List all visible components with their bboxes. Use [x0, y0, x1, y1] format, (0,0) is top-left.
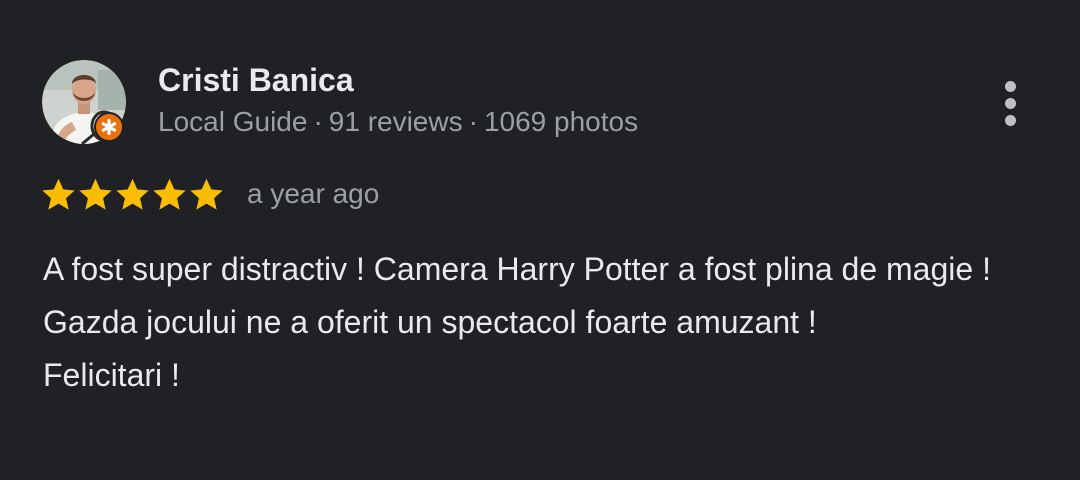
review-count: 91 reviews [328, 106, 463, 137]
review-text-line: A fost super distractiv ! Camera Harry P… [43, 251, 991, 287]
meta-separator: · [313, 106, 323, 137]
more-vert-icon [1004, 80, 1016, 92]
review-date: a year ago [247, 178, 380, 209]
star-rating [40, 176, 225, 213]
author-meta: Local Guide · 91 reviews · 1069 photos [158, 104, 638, 140]
photo-count: 1069 photos [483, 106, 639, 137]
review-card: Cristi Banica Local Guide · 91 reviews · 106… [0, 0, 1080, 480]
author-role: Local Guide [158, 106, 308, 137]
meta-separator: · [468, 106, 478, 137]
avatar[interactable] [42, 60, 126, 144]
more-vert-icon-dot [1004, 114, 1016, 126]
review-text-line: Felicitari ! [43, 357, 180, 393]
review-text-line: Gazda jocului ne a oferit un spectacol f… [43, 304, 817, 340]
star-icon [190, 178, 223, 210]
star-icon [116, 178, 149, 210]
more-vert-icon-dot [1004, 97, 1016, 109]
local-guide-badge-icon [94, 112, 124, 142]
review-text: A fost super distractiv ! Camera Harry P… [43, 243, 1043, 402]
more-options-button[interactable] [988, 78, 1032, 128]
star-icon [42, 178, 75, 210]
author-name[interactable]: Cristi Banica [158, 60, 354, 100]
star-icon [79, 178, 112, 210]
rating-row: a year ago [40, 174, 379, 214]
star-icon [153, 178, 186, 210]
